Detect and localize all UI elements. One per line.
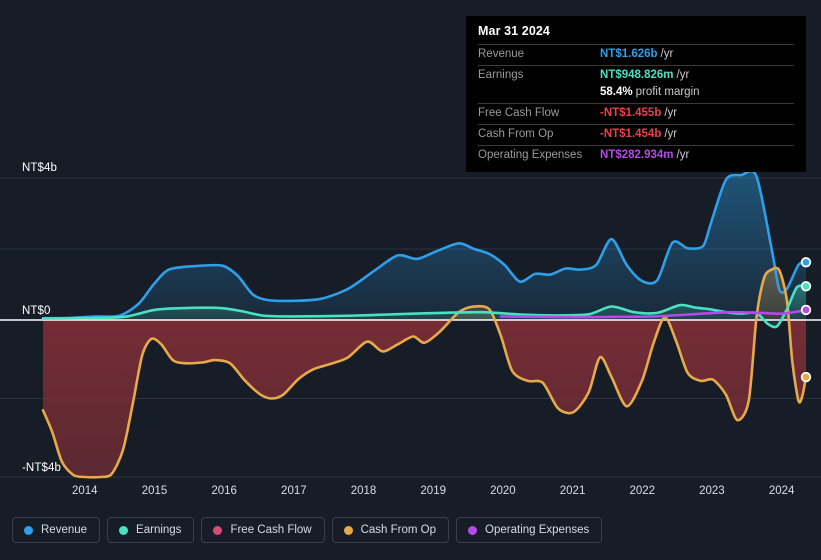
data-tooltip: Mar 31 2024 Revenue NT$1.626b/yr Earnings N… [466,16,806,172]
tooltip-row-suffix: /yr [664,107,678,119]
legend-item-label: Operating Expenses [485,524,590,536]
tooltip-row-value: NT$948.826m/yr [600,69,690,81]
tooltip-row-label: Revenue [478,48,525,60]
legend-color-dot [213,525,223,535]
y-axis-tick-label: NT$0 [22,305,51,317]
end-marker-cash-from-op [802,373,810,381]
tooltip-rows: Revenue NT$1.626b/yr Earnings NT$948.826m/y… [478,44,794,166]
x-axis-tick-label: 2020 [490,485,516,497]
x-axis-tick-label: 2022 [629,485,656,497]
financial-chart: NT$4b NT$0 -NT$4b 2014 2015 2016 2017 2018 2019… [0,0,821,560]
tooltip-row: Revenue NT$1.626b/yr [478,44,794,65]
legend-item-free-cash-flow[interactable]: Free Cash Flow [201,517,325,543]
x-axis-tick-label: 2021 [559,485,586,497]
tooltip-date: Mar 31 2024 [478,24,550,38]
tooltip-row-label: Cash From Op [478,128,554,140]
tooltip-row: 58.4% profit margin [478,86,794,103]
legend-color-dot [119,525,129,535]
tooltip-row-value: -NT$1.454b/yr [600,128,678,140]
legend-item-revenue[interactable]: Revenue [12,517,101,543]
tooltip-row-value: NT$282.934m/yr [600,149,690,161]
x-axis-tick-label: 2015 [141,485,168,497]
tooltip-row: Earnings NT$948.826m/yr [478,65,794,86]
x-axis-tick-label: 2024 [768,485,795,497]
chart-legend: Revenue Earnings Free Cash Flow Cash From O… [12,517,603,543]
y-axis-tick-label: -NT$4b [22,462,61,474]
x-axis-tick-label: 2016 [211,485,237,497]
tooltip-row: Operating Expenses NT$282.934m/yr [478,145,794,166]
x-axis-tick-label: 2014 [72,485,98,497]
legend-item-earnings[interactable]: Earnings [107,517,195,543]
legend-color-dot [24,525,33,535]
legend-item-label: Cash From Op [360,524,437,536]
legend-color-dot [343,525,353,535]
tooltip-row-suffix: profit margin [635,86,700,98]
tooltip-row-label: Earnings [478,69,524,81]
tooltip-row-suffix: /yr [676,149,690,161]
tooltip-row-suffix: /yr [660,48,674,60]
legend-item-label: Earnings [136,524,182,536]
end-marker-earnings [802,282,810,290]
y-axis-tick-label: NT$4b [22,162,58,174]
end-marker-operating-expenses [802,306,810,314]
x-axis-tick-label: 2023 [699,485,725,497]
legend-item-label: Revenue [41,524,88,536]
tooltip-row-value: NT$1.626b/yr [600,48,674,60]
tooltip-row-suffix: /yr [676,69,690,81]
legend-item-operating-expenses[interactable]: Operating Expenses [456,517,603,543]
tooltip-row: Cash From Op -NT$1.454b/yr [478,124,794,145]
end-marker-revenue [802,258,810,266]
revenue-area [43,171,806,320]
tooltip-row-suffix: /yr [664,128,678,140]
tooltip-row-label: Operating Expenses [478,149,583,161]
x-axis-tick-label: 2019 [420,485,446,497]
tooltip-row-value: 58.4% profit margin [600,86,700,98]
tooltip-row-value: -NT$1.455b/yr [600,107,678,119]
x-axis-tick-label: 2018 [350,485,377,497]
legend-color-dot [468,525,478,535]
tooltip-row: Free Cash Flow -NT$1.455b/yr [478,103,794,124]
plot-content [0,169,821,479]
legend-item-cash-from-op[interactable]: Cash From Op [331,517,450,543]
legend-item-label: Free Cash Flow [230,524,312,536]
x-axis-tick-label: 2017 [281,485,307,497]
tooltip-row-label: Free Cash Flow [478,107,560,119]
